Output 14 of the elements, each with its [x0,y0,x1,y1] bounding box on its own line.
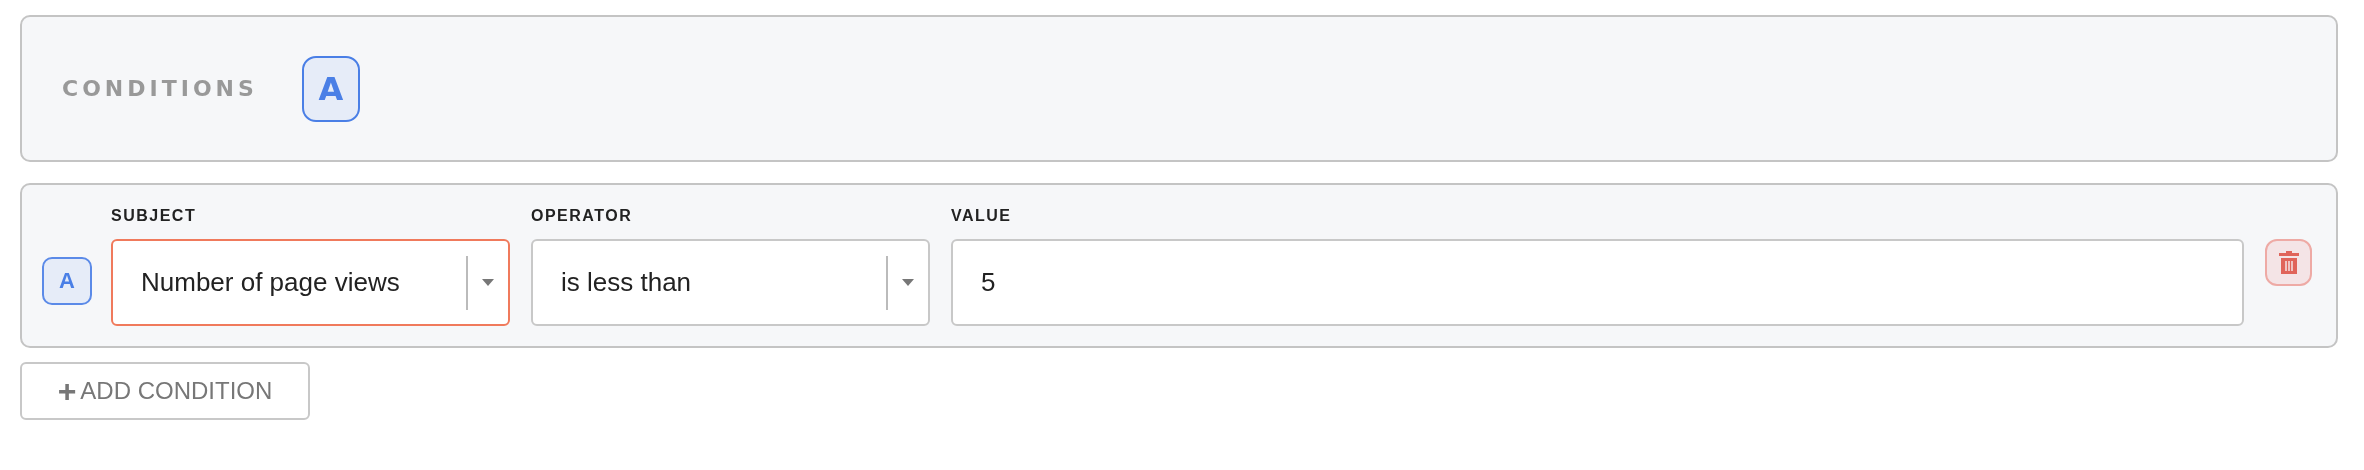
field-label: OPERATOR [531,207,634,225]
value-field[interactable]: 5 [951,239,2244,326]
field-label: SUBJECT [111,207,198,225]
add-condition-button[interactable]: +ADD CONDITION [20,362,310,420]
dropdown-field[interactable]: is less than [531,239,930,326]
section-title: CONDITIONS [62,76,258,101]
caret-icon [902,279,914,286]
trash-icon [2278,250,2299,275]
field-label: VALUE [951,207,1013,225]
caret-icon [482,279,494,286]
delete-button[interactable] [2265,239,2312,286]
group-badge: A [301,55,360,122]
condition-badge: A [42,257,92,305]
dropdown-field[interactable]: Number of page views [111,239,510,326]
